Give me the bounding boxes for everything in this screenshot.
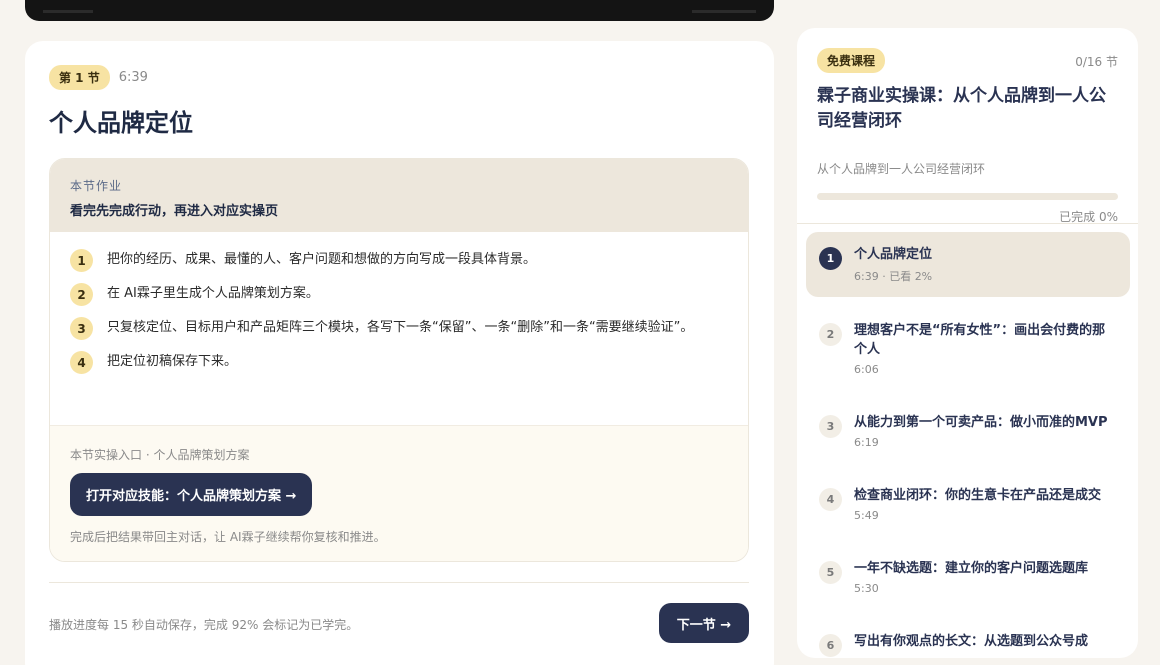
free-course-badge: 免费课程 — [817, 48, 886, 73]
step-number: 2 — [70, 283, 93, 306]
step-number: 4 — [70, 351, 93, 374]
lesson-title: 个人品牌定位 — [49, 109, 193, 137]
lesson-item-number: 5 — [819, 561, 842, 584]
course-title: 霖子商业实操课：从个人品牌到一人公司经营闭环 — [817, 86, 1106, 131]
lesson-number-badge: 第 1 节 — [49, 65, 110, 90]
homework-header: 本节作业 看完先完成行动，再进入对应实操页 — [50, 159, 748, 232]
video-control-right — [692, 10, 756, 13]
footer-divider — [49, 582, 749, 583]
lesson-item-3[interactable]: 3 从能力到第一个可卖产品：做小而准的MVP 6:19 — [806, 400, 1130, 462]
lesson-item-2[interactable]: 2 理想客户不是“所有女性”：画出会付费的那个人 6:06 — [806, 308, 1130, 389]
sidebar-divider — [797, 223, 1138, 224]
homework-step: 4 把定位初稿保存下来。 — [70, 351, 728, 374]
lesson-item-number: 6 — [819, 634, 842, 657]
lesson-item-title: 一年不缺选题：建立你的客户问题选题库 — [854, 561, 1089, 576]
lesson-item-title: 个人品牌定位 — [854, 247, 933, 262]
lesson-item-1[interactable]: 1 个人品牌定位 6:39 · 已看 2% — [806, 232, 1130, 297]
practice-entry: 本节实操入口 · 个人品牌策划方案 打开对应技能：个人品牌策划方案 → 完成后把… — [50, 426, 748, 561]
video-control-left — [43, 10, 93, 13]
homework-box: 本节作业 看完先完成行动，再进入对应实操页 1 把你的经历、成果、最懂的人、客户… — [49, 158, 749, 562]
video-player-bottom[interactable] — [25, 0, 774, 21]
lesson-item-number: 3 — [819, 415, 842, 438]
lesson-item-5[interactable]: 5 一年不缺选题：建立你的客户问题选题库 5:30 — [806, 546, 1130, 608]
lesson-item-number: 4 — [819, 488, 842, 511]
homework-step: 3 只复核定位、目标用户和产品矩阵三个模块，各写下一条“保留”、一条“删除”和一… — [70, 317, 728, 340]
lesson-item-title: 理想客户不是“所有女性”：画出会付费的那个人 — [854, 323, 1106, 357]
lesson-detail-card: 第 1 节 6:39 个人品牌定位 本节作业 看完先完成行动，再进入对应实操页 … — [25, 41, 774, 665]
homework-subtitle: 看完先完成行动，再进入对应实操页 — [70, 204, 279, 219]
lesson-item-number: 2 — [819, 323, 842, 346]
homework-kicker: 本节作业 — [70, 179, 123, 193]
step-text: 把定位初稿保存下来。 — [107, 354, 238, 369]
lesson-item-meta: 6:39 · 已看 2% — [854, 270, 933, 283]
lesson-item-meta: 5:49 — [854, 509, 879, 522]
lesson-item-title: 检查商业闭环：你的生意卡在产品还是成交 — [854, 488, 1102, 503]
lesson-duration: 6:39 — [118, 70, 148, 85]
homework-step: 1 把你的经历、成果、最懂的人、客户问题和想做的方向写成一段具体背景。 — [70, 249, 728, 272]
lesson-item-6[interactable]: 6 写出有你观点的长文：从选题到公众号成 — [806, 619, 1130, 658]
next-lesson-button[interactable]: 下一节 → — [659, 603, 749, 643]
lesson-item-number: 1 — [819, 247, 842, 270]
lesson-list: 1 个人品牌定位 6:39 · 已看 2% 2 理想客户不是“所有女性”：画出会… — [806, 232, 1130, 658]
step-number: 3 — [70, 317, 93, 340]
lesson-item-4[interactable]: 4 检查商业闭环：你的生意卡在产品还是成交 5:49 — [806, 473, 1130, 535]
lesson-item-title: 写出有你观点的长文：从选题到公众号成 — [854, 634, 1089, 649]
practice-label: 本节实操入口 · 个人品牌策划方案 — [70, 448, 250, 462]
autosave-note: 播放进度每 15 秒自动保存，完成 92% 会标记为已学完。 — [49, 618, 359, 632]
lesson-item-meta: 5:30 — [854, 582, 879, 595]
lesson-count: 0/16 节 — [1075, 55, 1118, 69]
lesson-meta: 第 1 节 6:39 — [49, 65, 148, 90]
lesson-item-title: 从能力到第一个可卖产品：做小而准的MVP — [854, 415, 1108, 430]
step-text: 只复核定位、目标用户和产品矩阵三个模块，各写下一条“保留”、一条“删除”和一条“… — [107, 320, 694, 335]
course-sidebar: 免费课程 0/16 节 霖子商业实操课：从个人品牌到一人公司经营闭环 从个人品牌… — [797, 28, 1138, 658]
homework-step: 2 在 AI霖子里生成个人品牌策划方案。 — [70, 283, 728, 306]
step-text: 把你的经历、成果、最懂的人、客户问题和想做的方向写成一段具体背景。 — [107, 252, 537, 267]
lesson-item-meta: 6:06 — [854, 363, 879, 376]
course-progress-bar — [817, 193, 1118, 200]
step-text: 在 AI霖子里生成个人品牌策划方案。 — [107, 286, 319, 301]
step-number: 1 — [70, 249, 93, 272]
open-skill-button[interactable]: 打开对应技能：个人品牌策划方案 → — [70, 473, 313, 516]
practice-note: 完成后把结果带回主对话，让 AI霖子继续帮你复核和推进。 — [70, 530, 386, 544]
homework-steps: 1 把你的经历、成果、最懂的人、客户问题和想做的方向写成一段具体背景。 2 在 … — [50, 232, 748, 426]
course-subtitle: 从个人品牌到一人公司经营闭环 — [817, 162, 986, 176]
lesson-item-meta: 6:19 — [854, 436, 879, 449]
